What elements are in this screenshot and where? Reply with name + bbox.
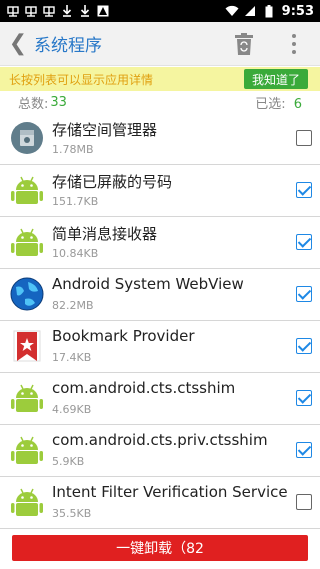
page-title: 系统程序 bbox=[34, 36, 102, 56]
battery-icon bbox=[263, 5, 276, 18]
status-bar: 9:53 bbox=[0, 0, 320, 22]
app-bar: ❮ 系统程序 bbox=[0, 22, 320, 66]
list-item[interactable]: Bookmark Provider 17.4KB bbox=[0, 321, 320, 373]
app-size: 17.4KB bbox=[52, 351, 92, 364]
list-item[interactable]: 存储已屏蔽的号码 151.7KB bbox=[0, 165, 320, 217]
list-item[interactable]: Android System WebView 82.2MB bbox=[0, 269, 320, 321]
back-button[interactable]: ❮ bbox=[0, 22, 30, 66]
select-checkbox[interactable] bbox=[296, 234, 312, 250]
app-name: 存储空间管理器 bbox=[52, 121, 158, 139]
app-size: 1.78MB bbox=[52, 143, 94, 156]
list-item[interactable]: 简单消息接收器 10.84KB bbox=[0, 217, 320, 269]
app-name: 存储已屏蔽的号码 bbox=[52, 173, 173, 191]
selected-summary: 已选: 6 bbox=[255, 93, 302, 112]
system-status-icons: 9:53 bbox=[225, 4, 314, 19]
android-icon bbox=[10, 381, 44, 415]
select-checkbox[interactable] bbox=[296, 182, 312, 198]
app-name: Intent Filter Verification Service bbox=[52, 483, 288, 501]
dot bbox=[292, 50, 296, 54]
hint-text: 长按列表可以显示应用详情 bbox=[9, 72, 154, 87]
app-size: 35.5KB bbox=[52, 507, 92, 520]
one-click-uninstall-button[interactable]: 一键卸载（82 bbox=[12, 535, 308, 561]
selected-label: 已选: bbox=[255, 96, 286, 112]
app-name: com.android.cts.ctsshim bbox=[52, 379, 236, 397]
dot bbox=[292, 34, 296, 38]
clock: 9:53 bbox=[281, 3, 314, 19]
storage-manager-icon bbox=[10, 121, 44, 155]
recycle-bin-button[interactable] bbox=[232, 32, 256, 56]
download-icon bbox=[60, 5, 73, 17]
wifi-icon bbox=[225, 5, 239, 17]
app-notify-icon bbox=[42, 5, 55, 17]
select-checkbox[interactable] bbox=[296, 442, 312, 458]
select-checkbox[interactable] bbox=[296, 286, 312, 302]
select-checkbox[interactable] bbox=[296, 130, 312, 146]
list-item[interactable]: com.android.cts.priv.ctsshim 5.9KB bbox=[0, 425, 320, 477]
android-icon bbox=[10, 225, 44, 259]
counts-row: 总数: 33 已选: 6 bbox=[0, 91, 320, 113]
android-icon bbox=[10, 485, 44, 519]
hint-banner: 长按列表可以显示应用详情 我知道了 bbox=[0, 67, 320, 91]
app-name: com.android.cts.priv.ctsshim bbox=[52, 431, 268, 449]
more-options-button[interactable] bbox=[286, 32, 302, 56]
list-item[interactable]: com.android.cts.ctsshim 4.69KB bbox=[0, 373, 320, 425]
notification-icons bbox=[6, 5, 109, 17]
download-icon bbox=[78, 5, 91, 17]
app-size: 10.84KB bbox=[52, 247, 99, 260]
app-name: Android System WebView bbox=[52, 275, 244, 293]
app-list: 存储空间管理器 1.78MB 存储已屏蔽的号码 151.7KB 简单消息接收器 … bbox=[0, 113, 320, 529]
android-icon bbox=[10, 173, 44, 207]
signal-icon bbox=[244, 5, 257, 17]
bookmark-star-icon bbox=[10, 329, 44, 363]
app-name: 简单消息接收器 bbox=[52, 225, 158, 243]
select-checkbox[interactable] bbox=[296, 390, 312, 406]
select-checkbox[interactable] bbox=[296, 494, 312, 510]
chevron-left-icon: ❮ bbox=[8, 31, 28, 56]
list-item[interactable]: Intent Filter Verification Service 35.5K… bbox=[0, 477, 320, 529]
webview-globe-icon bbox=[10, 277, 44, 311]
android-icon bbox=[10, 433, 44, 467]
select-checkbox[interactable] bbox=[296, 338, 312, 354]
list-item[interactable]: 存储空间管理器 1.78MB bbox=[0, 113, 320, 165]
app-size: 151.7KB bbox=[52, 195, 99, 208]
trash-icon bbox=[235, 33, 253, 55]
app-name: Bookmark Provider bbox=[52, 327, 195, 345]
app-size: 82.2MB bbox=[52, 299, 94, 312]
app-notify-icon bbox=[24, 5, 37, 17]
app-size: 5.9KB bbox=[52, 455, 85, 468]
total-label: 总数: bbox=[18, 96, 49, 112]
selected-count: 6 bbox=[293, 96, 302, 112]
warning-icon bbox=[96, 5, 109, 17]
app-size: 4.69KB bbox=[52, 403, 92, 416]
app-notify-icon bbox=[6, 5, 19, 17]
total-count: 33 bbox=[50, 94, 67, 110]
dot bbox=[292, 42, 296, 46]
got-it-button[interactable]: 我知道了 bbox=[243, 69, 308, 89]
